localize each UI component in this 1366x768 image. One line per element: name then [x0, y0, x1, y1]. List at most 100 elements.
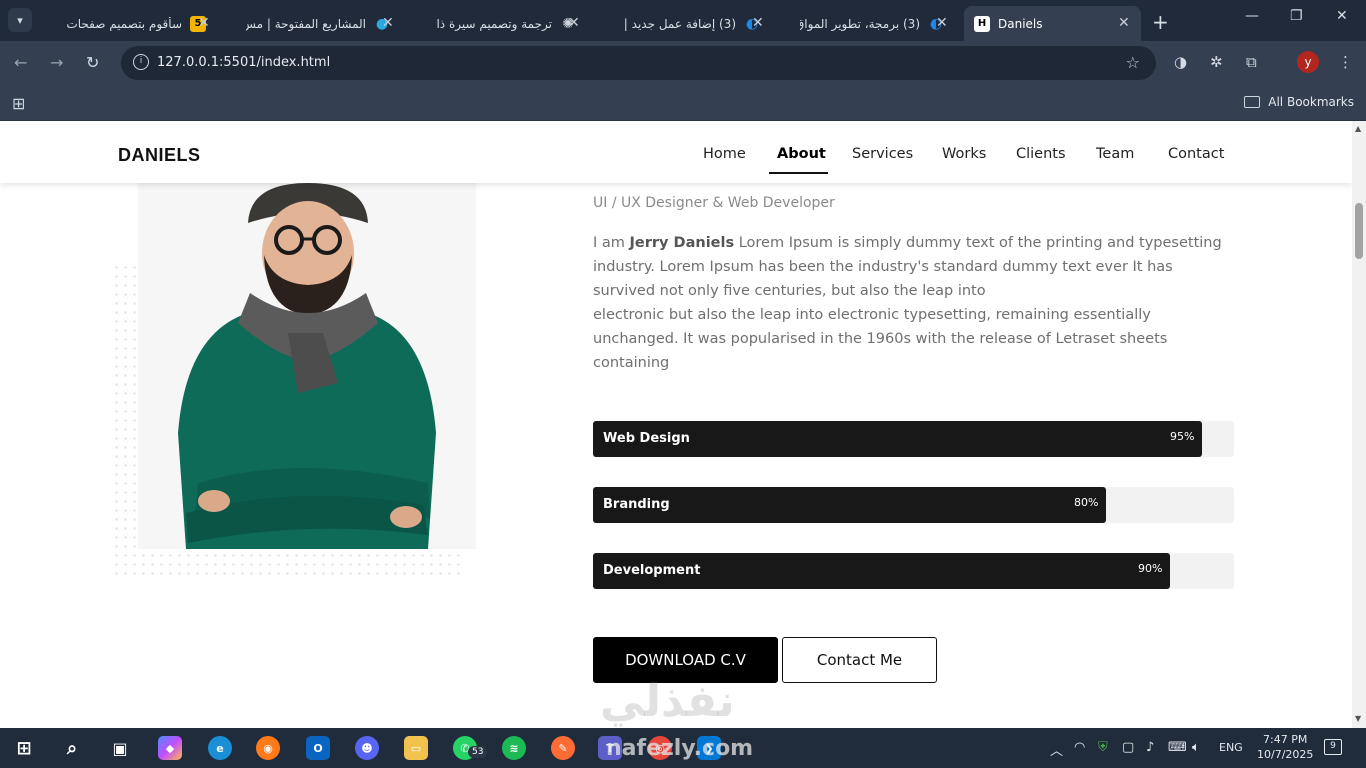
browser-tab[interactable]: ✕ ◐ (3) برمجة، تطوير المواق [778, 6, 954, 41]
browser-tab[interactable]: ✕ 5 سأقوم بتصميم صفحات [40, 6, 216, 41]
close-icon[interactable]: ✕ [752, 15, 764, 31]
forward-arrow-icon[interactable]: → [50, 53, 63, 72]
browser-tab[interactable]: ✕ ✺ ترجمة وتصميم سيرة ذا [410, 6, 586, 41]
discord-icon[interactable]: ☻ [355, 736, 379, 760]
browser-tab-bar: ▾ ✕ 5 سأقوم بتصميم صفحات ✕ ● المشاريع ال… [0, 0, 1366, 41]
close-icon[interactable]: ✕ [198, 15, 210, 31]
tab-title: المشاريع المفتوحة | مس [246, 16, 366, 31]
tab-title: سأقوم بتصميم صفحات [66, 16, 182, 31]
outlook-icon[interactable]: O [306, 736, 330, 760]
tab-title: Daniels [998, 16, 1043, 31]
input-method-icon[interactable]: ⌨ [1168, 740, 1187, 755]
bio-paragraph: I am Jerry Daniels Lorem Ipsum is simply… [593, 231, 1233, 375]
more-menu-icon[interactable]: ⋮ [1338, 53, 1353, 71]
skill-percent: 80% [1074, 496, 1099, 509]
close-icon[interactable]: ✕ [936, 15, 948, 31]
bookmark-star-icon[interactable]: ☆ [1126, 53, 1140, 72]
nav-contact[interactable]: Contact [1168, 146, 1224, 162]
language-indicator[interactable]: ENG [1219, 741, 1243, 754]
bio-prefix: I am [593, 235, 630, 251]
skill-percent: 90% [1138, 562, 1163, 575]
clock-date: 10/7/2025 [1257, 748, 1314, 761]
nav-about[interactable]: About [777, 146, 826, 162]
close-icon[interactable]: ✕ [382, 15, 394, 31]
nav-team[interactable]: Team [1096, 146, 1134, 162]
browser-tab[interactable]: ✕ ◐ (3) إضافة عمل جديد | [594, 6, 770, 41]
folder-icon [1244, 96, 1261, 108]
profile-avatar[interactable]: y [1297, 51, 1319, 73]
restore-icon[interactable]: ❐ [1290, 8, 1303, 24]
tab-title: (3) إضافة عمل جديد | [623, 16, 736, 31]
watermark-arabic: نفذلي [600, 676, 735, 727]
page-scrollbar[interactable]: ▲ ▼ [1352, 121, 1366, 728]
show-hidden-icons-chevron-icon[interactable]: ︿ [1050, 740, 1063, 759]
scroll-down-arrow-icon[interactable]: ▼ [1355, 714, 1361, 723]
site-info-icon[interactable]: i [133, 54, 149, 70]
window-close-icon[interactable]: ✕ [1336, 8, 1348, 24]
security-shield-icon[interactable]: ⛨ [1098, 740, 1108, 755]
site-logo[interactable]: DANIELS [118, 145, 201, 166]
bookmarks-bar: ⊞ All Bookmarks [0, 85, 1366, 121]
microphone-icon[interactable]: ♪ [1146, 740, 1154, 755]
volume-icon[interactable]: 🔈︎ [1192, 740, 1200, 755]
skill-bar-branding: Branding 80% [593, 487, 1234, 523]
firefox-icon[interactable]: ◉ [256, 736, 280, 760]
close-icon[interactable]: ✕ [568, 15, 580, 31]
reload-icon[interactable]: ↻ [86, 53, 99, 72]
notification-icon[interactable]: 9 [1324, 739, 1342, 755]
spotify-icon[interactable]: ≋ [502, 736, 526, 760]
extension-circle-icon[interactable]: ◑ [1174, 53, 1187, 71]
skill-name: Development [603, 563, 701, 578]
bio-name: Jerry Daniels [629, 235, 735, 251]
skill-name: Branding [603, 497, 670, 512]
nav-clients[interactable]: Clients [1016, 146, 1066, 162]
extension-gear-icon[interactable]: ✲ [1210, 53, 1223, 71]
address-bar[interactable]: i 127.0.0.1:5501/index.html ☆ [121, 46, 1156, 80]
skill-bar-fill [593, 487, 1106, 523]
system-clock[interactable]: 7:47 PM 10/7/2025 [1257, 732, 1313, 762]
nav-works[interactable]: Works [942, 146, 986, 162]
tab-search-chevron-icon[interactable]: ▾ [8, 8, 32, 32]
browser-tab-active[interactable]: H Daniels ✕ [964, 6, 1141, 41]
all-bookmarks-button[interactable]: All Bookmarks [1244, 95, 1354, 109]
nav-services[interactable]: Services [852, 146, 913, 162]
skill-bar-development: Development 90% [593, 553, 1234, 589]
file-explorer-icon[interactable]: ▭ [404, 736, 428, 760]
profile-photo [178, 183, 436, 549]
tab-favicon-icon: H [974, 15, 990, 32]
browser-toolbar: ← → ↻ i 127.0.0.1:5501/index.html ☆ ◑ ✲ … [0, 41, 1366, 85]
bio-text-2: electronic but also the leap into electr… [593, 307, 1168, 371]
contact-me-button[interactable]: Contact Me [782, 637, 937, 683]
network-icon[interactable]: ◠ [1074, 740, 1085, 755]
scroll-up-arrow-icon[interactable]: ▲ [1355, 124, 1361, 133]
watermark-english: nafezly.com [606, 736, 754, 761]
new-tab-plus-icon[interactable]: + [1152, 10, 1169, 34]
copilot-icon[interactable]: ◆ [158, 736, 182, 760]
skill-bar-web-design: Web Design 95% [593, 421, 1234, 457]
task-view-icon[interactable]: ▣ [108, 736, 132, 760]
search-icon[interactable]: ⌕ [60, 736, 84, 760]
skill-percent: 95% [1170, 430, 1195, 443]
job-title: UI / UX Designer & Web Developer [593, 195, 835, 211]
site-header: DANIELS Home About Services Works Client… [0, 121, 1352, 183]
edge-browser-icon[interactable]: e [208, 736, 232, 760]
apps-grid-icon[interactable]: ⊞ [12, 94, 25, 113]
active-nav-underline [769, 172, 828, 174]
whatsapp-badge: 53 [468, 746, 488, 758]
url-text[interactable]: 127.0.0.1:5501/index.html [157, 55, 330, 70]
back-arrow-icon[interactable]: ← [14, 53, 27, 72]
camera-icon[interactable]: ▢ [1122, 740, 1134, 755]
tab-title: ترجمة وتصميم سيرة ذا [436, 16, 552, 31]
extensions-puzzle-icon[interactable]: ⧉ [1246, 53, 1257, 71]
close-icon[interactable]: ✕ [1118, 15, 1130, 31]
tab-title: (3) برمجة، تطوير المواق [800, 16, 920, 31]
minimize-icon[interactable]: — [1245, 8, 1259, 24]
postman-icon[interactable]: ✎ [551, 736, 575, 760]
clock-time: 7:47 PM [1263, 733, 1308, 746]
scroll-thumb[interactable] [1355, 203, 1363, 259]
web-page: DANIELS Home About Services Works Client… [0, 121, 1352, 728]
nav-home[interactable]: Home [703, 146, 746, 162]
windows-start-icon[interactable]: ⊞ [12, 736, 36, 760]
browser-tab[interactable]: ✕ ● المشاريع المفتوحة | مس [224, 6, 400, 41]
all-bookmarks-label: All Bookmarks [1268, 95, 1354, 109]
